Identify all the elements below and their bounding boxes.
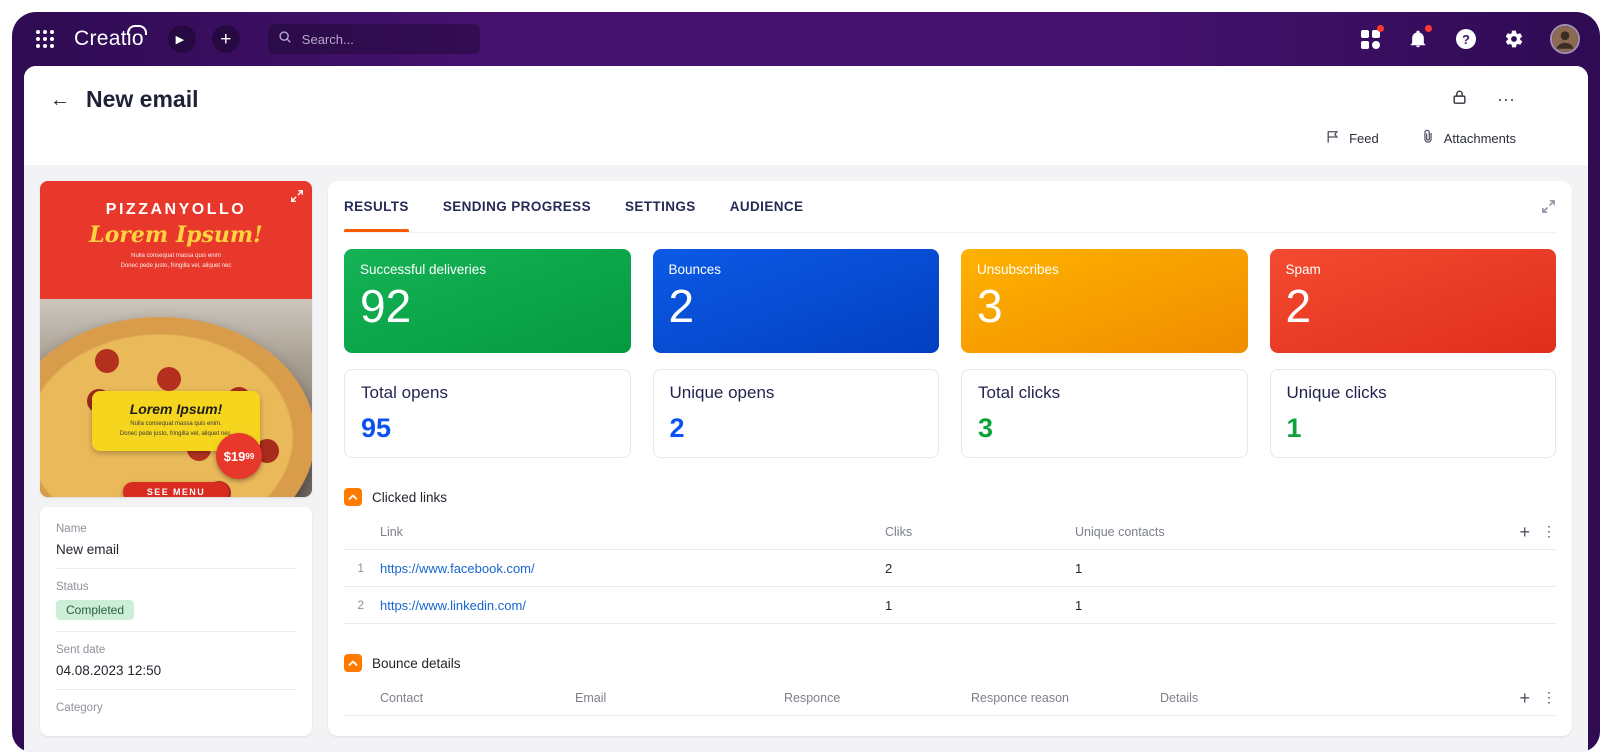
notifications-dot	[1425, 25, 1432, 32]
add-row-icon[interactable]	[1519, 689, 1530, 707]
workplaces-icon[interactable]	[1358, 25, 1384, 51]
col-responce-reason[interactable]: Responce reason	[971, 691, 1160, 705]
kpi-bounces[interactable]: Bounces 2	[652, 249, 939, 353]
table-row[interactable]: 1 https://www.facebook.com/ 2 1	[344, 550, 1556, 587]
creatio-logo: Creatio	[74, 25, 152, 51]
quick-add-button[interactable]: +	[211, 25, 240, 53]
section-title: Bounce details	[372, 655, 461, 671]
page-header: ← New email ⋯ Feed Attachments	[24, 66, 1588, 165]
tab-sending-progress[interactable]: SENDING PROGRESS	[443, 181, 591, 232]
stat-total-opens[interactable]: Total opens 95	[344, 369, 631, 458]
price-tag: $19 99	[216, 433, 262, 479]
bounce-details-section: Bounce details Contact Email Responce Re…	[344, 654, 1556, 716]
feed-button[interactable]: Feed	[1326, 129, 1379, 147]
see-menu-button[interactable]: SEE MENU	[122, 482, 230, 497]
add-row-icon[interactable]	[1519, 523, 1530, 541]
col-details[interactable]: Details	[1160, 691, 1500, 705]
email-preview-card[interactable]: PIZZANYOLLO Lorem Ipsum! Nulla consequat…	[40, 181, 312, 497]
run-process-button[interactable]: ▶	[167, 25, 196, 53]
stat-cards-row: Total opens 95 Unique opens 2 Total clic…	[344, 369, 1556, 458]
tabs-bar: RESULTS SENDING PROGRESS SETTINGS AUDIEN…	[344, 181, 1556, 233]
user-avatar[interactable]	[1550, 24, 1580, 54]
plus-icon: +	[220, 28, 232, 50]
kpi-successful-deliveries[interactable]: Successful deliveries 92	[344, 249, 631, 353]
record-page: ← New email ⋯ Feed Attachments PIZZANYOL…	[24, 66, 1588, 752]
expand-preview-icon[interactable]	[290, 189, 304, 208]
linkedin-link[interactable]: https://www.linkedin.com/	[380, 598, 885, 613]
col-contact[interactable]: Contact	[380, 691, 575, 705]
section-title: Clicked links	[372, 489, 448, 505]
stat-unique-clicks[interactable]: Unique clicks 1	[1269, 369, 1556, 458]
collapse-chevron-icon[interactable]	[344, 488, 362, 506]
workplaces-notification-dot	[1377, 25, 1384, 32]
tab-results[interactable]: RESULTS	[344, 181, 409, 232]
col-link[interactable]: Link	[380, 525, 885, 539]
feed-icon	[1326, 130, 1340, 147]
topbar: Creatio ▶ + Search... ?	[12, 12, 1600, 66]
email-headline: Lorem Ipsum!	[89, 222, 263, 248]
status-badge: Completed	[56, 600, 135, 620]
lock-icon[interactable]	[1452, 89, 1467, 110]
bounce-details-table: Contact Email Responce Responce reason D…	[344, 680, 1556, 716]
collapse-chevron-icon[interactable]	[344, 654, 362, 672]
kpi-unsubscribes[interactable]: Unsubscribes 3	[961, 249, 1248, 353]
field-sent-date[interactable]: Sent date 04.08.2023 12:50	[56, 632, 296, 690]
kpi-cards-row: Successful deliveries 92 Bounces 2 Unsub…	[344, 249, 1556, 353]
facebook-link[interactable]: https://www.facebook.com/	[380, 561, 885, 576]
kpi-spam[interactable]: Spam 2	[1269, 249, 1556, 353]
field-category[interactable]: Category	[56, 690, 296, 732]
app-launcher-icon[interactable]	[32, 26, 58, 52]
content-area: PIZZANYOLLO Lorem Ipsum! Nulla consequat…	[24, 165, 1588, 752]
email-header-banner: PIZZANYOLLO Lorem Ipsum! Nulla consequat…	[40, 181, 312, 299]
table-menu-icon[interactable]	[1542, 689, 1556, 706]
table-row[interactable]: 2 https://www.linkedin.com/ 1 1	[344, 587, 1556, 624]
play-icon: ▶	[175, 33, 185, 46]
page-title: New email	[86, 86, 199, 112]
global-search[interactable]	[267, 24, 480, 54]
stat-total-clicks[interactable]: Total clicks 3	[961, 369, 1248, 458]
back-arrow-icon[interactable]: ←	[50, 90, 70, 110]
settings-gear-icon[interactable]	[1502, 27, 1526, 51]
search-icon	[278, 30, 292, 49]
results-panel: RESULTS SENDING PROGRESS SETTINGS AUDIEN…	[328, 181, 1572, 736]
tab-audience[interactable]: AUDIENCE	[730, 181, 804, 232]
table-menu-icon[interactable]	[1542, 523, 1556, 540]
help-icon[interactable]: ?	[1454, 27, 1478, 51]
brand-name: PIZZANYOLLO	[105, 201, 247, 218]
clicked-links-section: Clicked links Link Cliks Unique contacts	[344, 488, 1556, 624]
tab-settings[interactable]: SETTINGS	[625, 181, 696, 232]
field-name[interactable]: Name New email	[56, 511, 296, 569]
record-info-panel: Name New email Status Completed Sent dat…	[40, 507, 312, 736]
col-email[interactable]: Email	[575, 691, 784, 705]
expand-panel-icon[interactable]	[1541, 199, 1556, 214]
notifications-bell-icon[interactable]	[1406, 25, 1432, 51]
col-responce[interactable]: Responce	[784, 691, 971, 705]
attachments-button[interactable]: Attachments	[1421, 129, 1516, 147]
app-window: Creatio ▶ + Search... ? ← New email ⋯ Fe…	[12, 12, 1600, 752]
field-status[interactable]: Status Completed	[56, 569, 296, 632]
clicked-links-table: Link Cliks Unique contacts 1 https://www…	[344, 514, 1556, 624]
col-unique-contacts[interactable]: Unique contacts	[1075, 525, 1500, 539]
more-menu-icon[interactable]: ⋯	[1497, 91, 1516, 109]
col-cliks[interactable]: Cliks	[885, 525, 1075, 539]
stat-unique-opens[interactable]: Unique opens 2	[652, 369, 939, 458]
paperclip-icon	[1421, 129, 1435, 147]
search-input[interactable]	[299, 30, 470, 48]
